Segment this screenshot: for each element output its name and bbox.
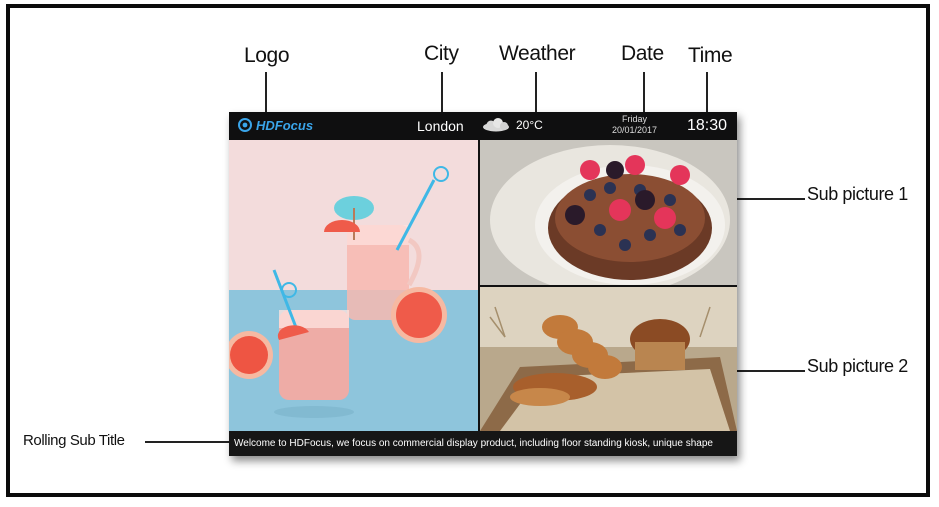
callout-weather: Weather xyxy=(499,42,576,65)
callout-sub-picture-2: Sub picture 2 xyxy=(807,356,908,376)
rolling-sub-title-ticker: Welcome to HDFocus, we focus on commerci… xyxy=(229,431,737,456)
drinks-illustration xyxy=(229,140,478,431)
cloud-icon xyxy=(483,118,509,132)
leader-line-sub-picture-1 xyxy=(737,198,805,200)
sub-picture-1 xyxy=(480,140,737,285)
top-info-bar: HDFocus London 20°C Friday 20/01/2017 18… xyxy=(229,112,737,140)
callout-city: City xyxy=(424,42,459,65)
temperature: 20°C xyxy=(516,118,543,132)
weather-widget: 20°C xyxy=(481,118,543,132)
logo: HDFocus xyxy=(237,117,313,133)
logo-mark-icon xyxy=(238,118,252,132)
date-display: Friday 20/01/2017 xyxy=(612,114,657,136)
callout-logo: Logo xyxy=(244,44,290,67)
pancake-illustration xyxy=(480,140,737,285)
date-value: 20/01/2017 xyxy=(612,125,658,135)
leader-line-logo xyxy=(265,72,267,114)
callout-sub-picture-1: Sub picture 1 xyxy=(807,184,908,204)
main-picture xyxy=(229,140,478,431)
leader-line-city xyxy=(441,72,443,114)
logo-text: HDFocus xyxy=(256,117,314,133)
callout-date: Date xyxy=(621,42,664,65)
leader-line-time xyxy=(706,72,708,114)
display-screen: HDFocus London 20°C Friday 20/01/2017 18… xyxy=(229,112,737,456)
time-display: 18:30 xyxy=(687,117,728,134)
city-label: London xyxy=(417,118,464,134)
sub-picture-2 xyxy=(480,287,737,431)
pastries-illustration xyxy=(480,287,737,431)
callout-time: Time xyxy=(688,44,733,67)
leader-line-rolling-sub-title xyxy=(145,441,229,443)
leader-line-date xyxy=(643,72,645,114)
leader-line-sub-picture-2 xyxy=(737,370,805,372)
leader-line-weather xyxy=(535,72,537,114)
callout-rolling-sub-title: Rolling Sub Title xyxy=(23,432,125,449)
date-day: Friday xyxy=(622,114,648,124)
